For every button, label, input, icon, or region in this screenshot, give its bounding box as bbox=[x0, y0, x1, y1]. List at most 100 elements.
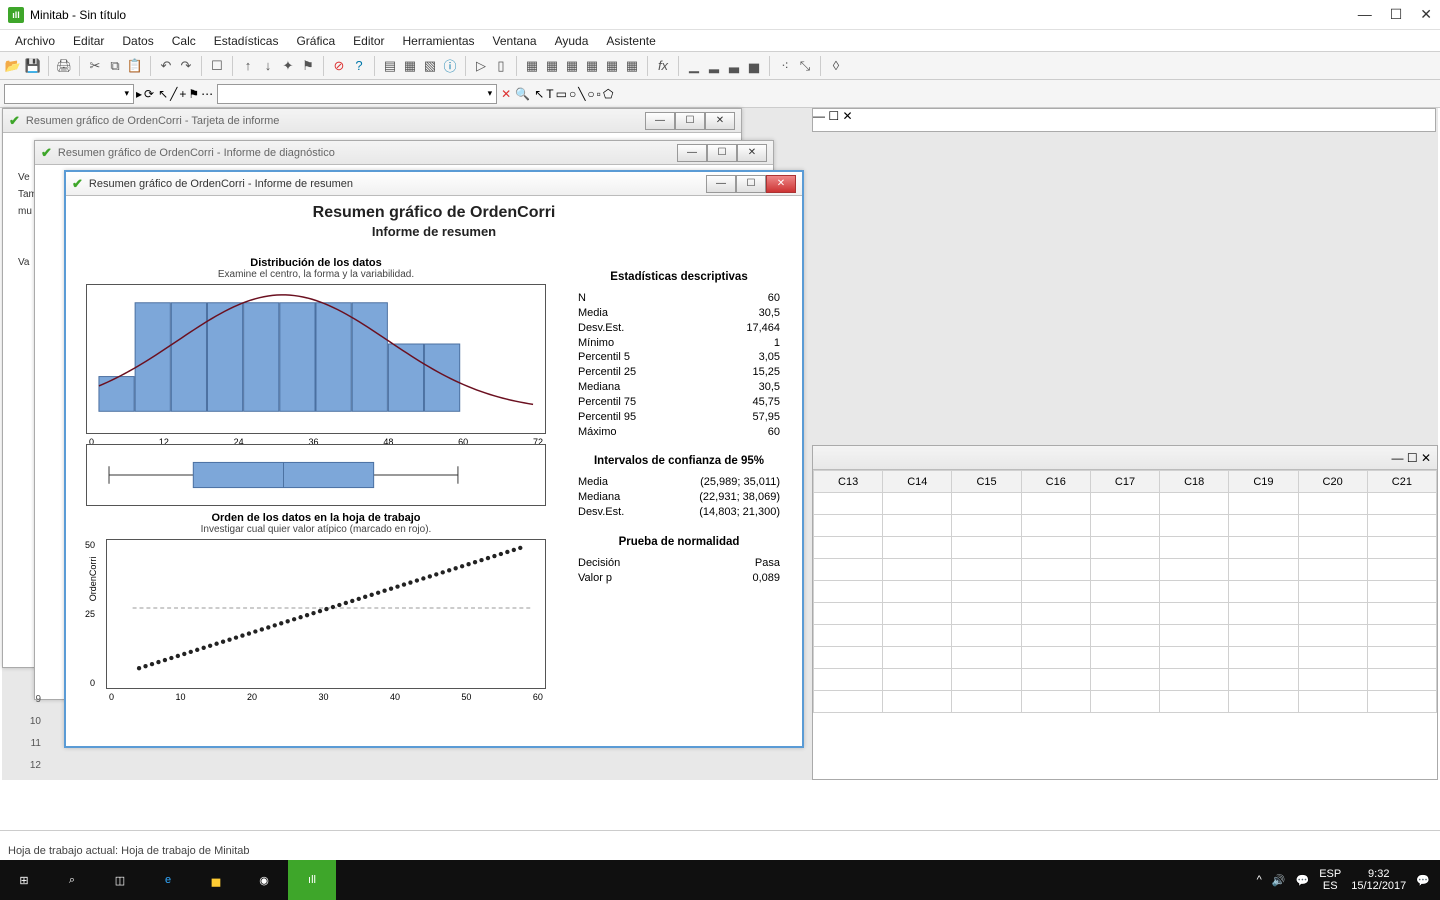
session-icon[interactable]: ▤ bbox=[381, 57, 399, 75]
flag2-icon[interactable]: ⚑ bbox=[188, 87, 199, 101]
cell[interactable] bbox=[1090, 493, 1159, 515]
cell[interactable] bbox=[1021, 515, 1090, 537]
cell[interactable] bbox=[883, 669, 952, 691]
worksheet-icon[interactable]: ▦ bbox=[401, 57, 419, 75]
variable-selector[interactable] bbox=[4, 84, 134, 104]
cell[interactable] bbox=[814, 537, 883, 559]
cell[interactable] bbox=[1090, 691, 1159, 713]
table5-icon[interactable]: ▦ bbox=[603, 57, 621, 75]
pointer-icon[interactable]: ↖ bbox=[158, 87, 168, 101]
volume-icon[interactable]: 🔊 bbox=[1272, 874, 1286, 887]
table6-icon[interactable]: ▦ bbox=[623, 57, 641, 75]
col-header[interactable]: C16 bbox=[1021, 471, 1090, 493]
max-icon[interactable]: ☐ bbox=[1407, 451, 1418, 465]
more-icon[interactable]: ⋯ bbox=[201, 87, 213, 101]
chart1-icon[interactable]: ▁ bbox=[685, 57, 703, 75]
cell[interactable] bbox=[1090, 537, 1159, 559]
col-header[interactable]: C20 bbox=[1298, 471, 1367, 493]
cell[interactable] bbox=[814, 493, 883, 515]
cell[interactable] bbox=[1090, 625, 1159, 647]
cell[interactable] bbox=[883, 515, 952, 537]
cell[interactable] bbox=[1160, 603, 1229, 625]
cell[interactable] bbox=[1229, 603, 1298, 625]
cell[interactable] bbox=[1160, 669, 1229, 691]
line2-tool-icon[interactable]: ╲ bbox=[578, 87, 585, 101]
cell[interactable] bbox=[883, 581, 952, 603]
cell[interactable] bbox=[1090, 515, 1159, 537]
maximize-button[interactable]: ☐ bbox=[1390, 6, 1403, 23]
t-icon[interactable]: ▸ bbox=[136, 87, 142, 101]
taskview-icon[interactable]: ◫ bbox=[96, 860, 144, 900]
max-icon[interactable]: ☐ bbox=[675, 112, 705, 130]
notifications-icon[interactable]: 💬 bbox=[1416, 874, 1430, 887]
cell[interactable] bbox=[952, 515, 1021, 537]
cell[interactable] bbox=[1229, 691, 1298, 713]
cell[interactable] bbox=[1021, 647, 1090, 669]
cell[interactable] bbox=[1367, 559, 1436, 581]
delete-x-icon[interactable]: ✕ bbox=[501, 87, 511, 101]
navigator-icon[interactable]: ☐ bbox=[208, 57, 226, 75]
col-header[interactable]: C14 bbox=[883, 471, 952, 493]
paste-icon[interactable]: 📋 bbox=[126, 57, 144, 75]
find-icon[interactable]: 🔍 bbox=[515, 87, 530, 101]
graph-folder-icon[interactable]: ▧ bbox=[421, 57, 439, 75]
cell[interactable] bbox=[952, 647, 1021, 669]
worksheet-grid[interactable]: C13C14C15C16C17C18C19C20C21 bbox=[813, 470, 1437, 779]
cancel-icon[interactable]: ⊘ bbox=[330, 57, 348, 75]
min-icon[interactable]: — bbox=[645, 112, 675, 130]
cell[interactable] bbox=[1298, 581, 1367, 603]
col-header[interactable]: C17 bbox=[1090, 471, 1159, 493]
cell[interactable] bbox=[1298, 537, 1367, 559]
cell[interactable] bbox=[883, 537, 952, 559]
worksheet-window[interactable]: — ☐ ✕ C13C14C15C16C17C18C19C20C21 bbox=[812, 445, 1438, 780]
cell[interactable] bbox=[1367, 669, 1436, 691]
chart2-icon[interactable]: ▂ bbox=[705, 57, 723, 75]
fx-icon[interactable]: fx bbox=[654, 57, 672, 75]
cell[interactable] bbox=[1367, 625, 1436, 647]
minimize-button[interactable]: — bbox=[1358, 6, 1372, 23]
tray-time[interactable]: 9:32 bbox=[1351, 868, 1406, 880]
pointer2-icon[interactable]: ↖ bbox=[534, 87, 544, 101]
min-icon[interactable]: — bbox=[677, 144, 707, 162]
min-icon[interactable]: — bbox=[1391, 451, 1403, 465]
cell[interactable] bbox=[814, 559, 883, 581]
open-icon[interactable]: 📂 bbox=[4, 57, 22, 75]
tray-date[interactable]: 15/12/2017 bbox=[1351, 880, 1406, 892]
menu-asistente[interactable]: Asistente bbox=[597, 32, 664, 50]
undo-icon[interactable]: ↶ bbox=[157, 57, 175, 75]
cell[interactable] bbox=[1298, 493, 1367, 515]
cell[interactable] bbox=[1298, 559, 1367, 581]
cell[interactable] bbox=[1160, 559, 1229, 581]
start-button[interactable]: ⊞ bbox=[0, 860, 48, 900]
chart4-icon[interactable]: ▅ bbox=[745, 57, 763, 75]
menu-editar[interactable]: Editar bbox=[64, 32, 113, 50]
cell[interactable] bbox=[1298, 669, 1367, 691]
cell[interactable] bbox=[1229, 625, 1298, 647]
menu-estadísticas[interactable]: Estadísticas bbox=[205, 32, 288, 50]
marker2-icon[interactable]: ▫ bbox=[597, 87, 601, 101]
max-icon[interactable]: ☐ bbox=[736, 175, 766, 193]
cell[interactable] bbox=[952, 581, 1021, 603]
flag-icon[interactable]: ⚑ bbox=[299, 57, 317, 75]
cell[interactable] bbox=[1021, 669, 1090, 691]
scatter-icon[interactable]: ⁖ bbox=[776, 57, 794, 75]
redo-icon[interactable]: ↷ bbox=[177, 57, 195, 75]
info-icon[interactable]: ⓘ bbox=[441, 57, 459, 75]
menu-datos[interactable]: Datos bbox=[113, 32, 162, 50]
menu-editor[interactable]: Editor bbox=[344, 32, 393, 50]
close-button[interactable]: ✕ bbox=[1420, 6, 1432, 23]
tray-loc[interactable]: ES bbox=[1319, 880, 1341, 892]
cell[interactable] bbox=[1021, 537, 1090, 559]
cell[interactable] bbox=[952, 493, 1021, 515]
cell[interactable] bbox=[1298, 515, 1367, 537]
cell[interactable] bbox=[814, 625, 883, 647]
cell[interactable] bbox=[1298, 625, 1367, 647]
text-tool-icon[interactable]: T bbox=[546, 87, 553, 101]
cell[interactable] bbox=[1367, 493, 1436, 515]
polyline-icon[interactable]: ○ bbox=[587, 87, 594, 101]
search-icon[interactable]: ⌕ bbox=[48, 860, 96, 900]
cell[interactable] bbox=[883, 559, 952, 581]
cell[interactable] bbox=[814, 669, 883, 691]
cell[interactable] bbox=[952, 691, 1021, 713]
cell[interactable] bbox=[1298, 691, 1367, 713]
